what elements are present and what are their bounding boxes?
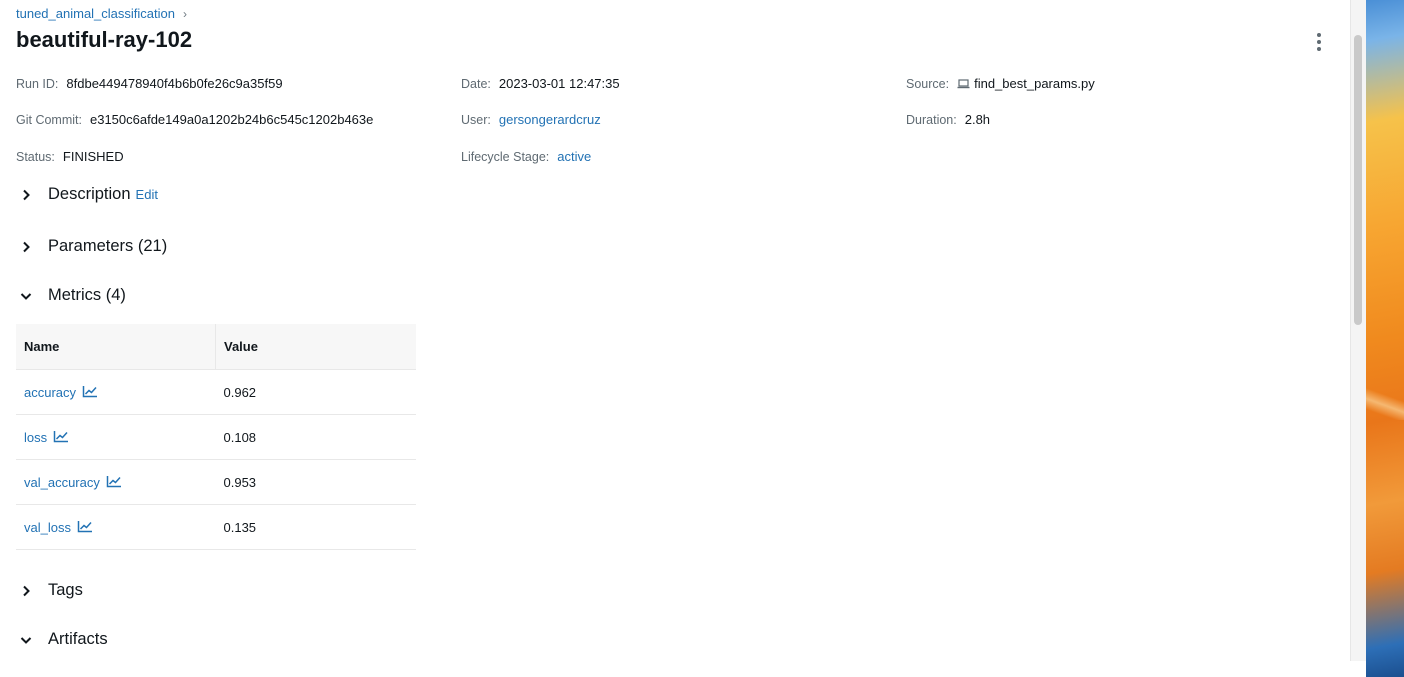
- date-value: 2023-03-01 12:47:35: [498, 76, 620, 91]
- breadcrumb-separator: ›: [182, 7, 187, 21]
- line-chart-icon[interactable]: [82, 385, 98, 398]
- section-parameters[interactable]: Parameters (21): [18, 237, 167, 256]
- table-row: accuracy 0.962: [16, 369, 416, 415]
- metric-name-cell[interactable]: val_loss: [16, 504, 216, 550]
- lifecycle-field: Lifecycle Stage: active: [461, 149, 591, 164]
- metric-link-loss[interactable]: loss: [24, 430, 47, 445]
- run-title: beautiful-ray-102: [16, 27, 193, 52]
- source-value[interactable]: find_best_params.py: [974, 76, 1095, 91]
- desktop-wallpaper: [1366, 0, 1404, 677]
- metric-value-cell: 0.962: [215, 369, 416, 415]
- git-commit-label: Git Commit:: [16, 113, 82, 127]
- metrics-header-row: Name Value: [16, 324, 416, 370]
- metrics-table: Name Value accuracy 0.962 loss 0.108 val…: [16, 324, 416, 550]
- user-link[interactable]: gersongerardcruz: [499, 112, 601, 127]
- parameters-title: Parameters (21): [48, 237, 168, 255]
- table-row: val_loss 0.135: [16, 504, 416, 550]
- user-field: User: gersongerardcruz: [461, 112, 601, 127]
- line-chart-icon[interactable]: [77, 520, 93, 533]
- metric-link-val-accuracy[interactable]: val_accuracy: [24, 475, 100, 490]
- chevron-right-icon: [23, 241, 30, 252]
- metric-link-accuracy[interactable]: accuracy: [24, 385, 76, 400]
- metric-link-val-loss[interactable]: val_loss: [24, 520, 71, 535]
- breadcrumb: tuned_animal_classification ›: [16, 6, 187, 21]
- source-label: Source:: [906, 77, 950, 91]
- metric-value-cell: 0.108: [215, 414, 416, 460]
- table-row: loss 0.108: [16, 414, 416, 460]
- section-metrics[interactable]: Metrics (4): [18, 286, 126, 305]
- status-field: Status: FINISHED: [16, 149, 124, 164]
- chevron-right-icon: [23, 585, 30, 596]
- description-title: Description: [48, 185, 131, 203]
- git-commit-field: Git Commit: e3150c6afde149a0a1202b24b6c54…: [16, 112, 373, 127]
- breadcrumb-experiment-link[interactable]: tuned_animal_classification: [16, 6, 175, 21]
- metrics-header-name[interactable]: Name: [16, 324, 216, 370]
- metric-value-cell: 0.135: [215, 504, 416, 550]
- run-page: tuned_animal_classification › beautiful-r…: [0, 0, 1350, 677]
- status-label: Status:: [16, 150, 55, 164]
- metrics-header-value[interactable]: Value: [215, 324, 416, 370]
- duration-field: Duration: 2.8h: [906, 112, 990, 127]
- scrollbar-thumb[interactable]: [1354, 35, 1362, 325]
- table-row: val_accuracy 0.953: [16, 459, 416, 505]
- status-value: FINISHED: [62, 149, 124, 164]
- line-chart-icon[interactable]: [53, 430, 69, 443]
- chevron-right-icon: [23, 189, 30, 200]
- git-commit-value: e3150c6afde149a0a1202b24b6c545c1202b463e: [89, 112, 374, 127]
- line-chart-icon[interactable]: [106, 475, 122, 488]
- metric-value-cell: 0.953: [215, 459, 416, 505]
- chevron-down-icon: [20, 292, 32, 300]
- user-label: User:: [461, 113, 491, 127]
- run-id-label: Run ID:: [16, 77, 59, 91]
- duration-label: Duration:: [906, 113, 957, 127]
- lifecycle-value[interactable]: active: [557, 149, 591, 164]
- source-field: Source: find_best_params.py: [906, 76, 1095, 91]
- laptop-icon: [957, 79, 970, 89]
- section-artifacts[interactable]: Artifacts: [18, 630, 108, 649]
- artifacts-title: Artifacts: [48, 630, 108, 648]
- date-field: Date: 2023-03-01 12:47:35: [461, 76, 620, 91]
- tags-title: Tags: [48, 581, 83, 599]
- section-description[interactable]: Description Edit: [18, 185, 158, 204]
- section-tags[interactable]: Tags: [18, 581, 83, 600]
- more-options-icon[interactable]: [1308, 30, 1330, 54]
- duration-value: 2.8h: [964, 112, 991, 127]
- description-edit-link[interactable]: Edit: [136, 187, 158, 202]
- run-id-value: 8fdbe449478940f4b6b0fe26c9a35f59: [66, 76, 283, 91]
- metrics-title: Metrics (4): [48, 286, 126, 304]
- date-label: Date:: [461, 77, 491, 91]
- run-id-field: Run ID: 8fdbe449478940f4b6b0fe26c9a35f59: [16, 76, 283, 91]
- metric-name-cell[interactable]: val_accuracy: [16, 459, 216, 505]
- chevron-down-icon: [20, 636, 32, 644]
- metric-name-cell[interactable]: loss: [16, 414, 216, 460]
- metric-name-cell[interactable]: accuracy: [16, 369, 216, 415]
- lifecycle-label: Lifecycle Stage:: [461, 150, 550, 164]
